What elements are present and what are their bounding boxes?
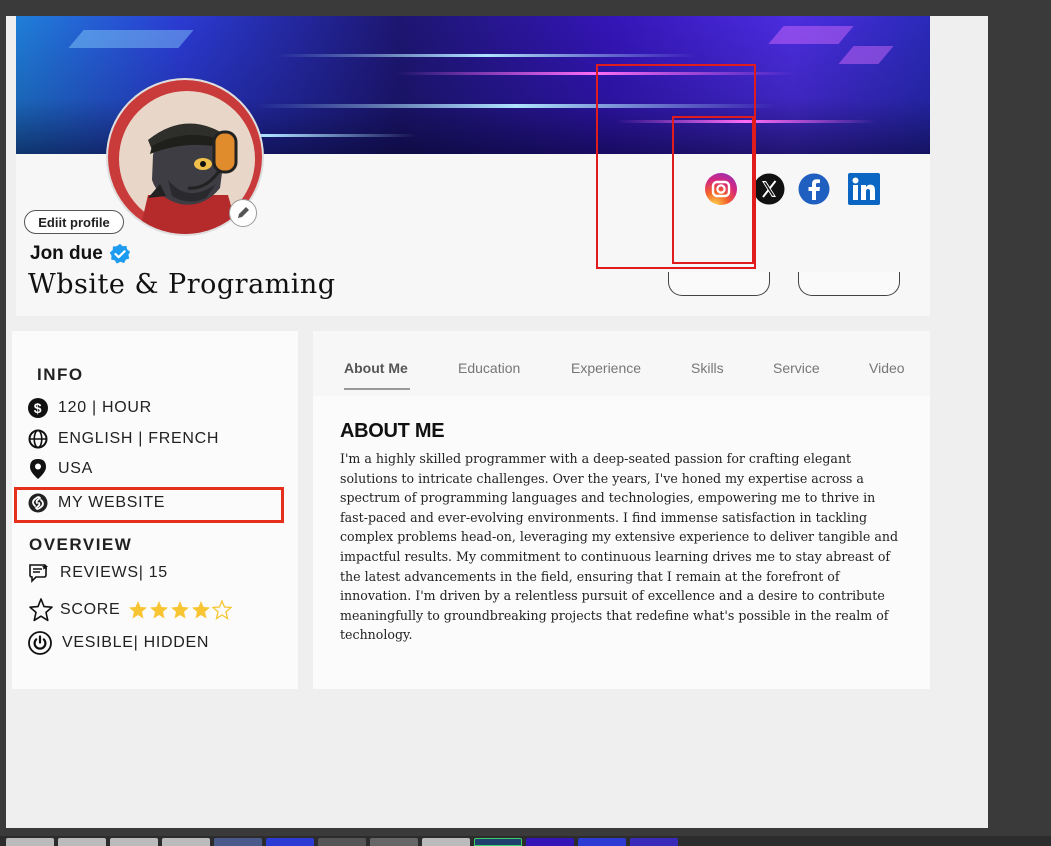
pencil-icon xyxy=(238,207,249,218)
score-star-outline-icon xyxy=(29,598,53,622)
user-title: Wbsite & Programing xyxy=(28,269,336,300)
overview-title: OVERVIEW xyxy=(29,535,133,554)
star-filled-icon xyxy=(129,601,148,619)
highlight-box-inner xyxy=(672,116,754,264)
task-thumbnail[interactable] xyxy=(110,838,158,846)
about-panel: About Me Education Experience Skills Ser… xyxy=(313,331,930,689)
action-button-2[interactable] xyxy=(798,272,900,296)
task-thumbnail[interactable] xyxy=(162,838,210,846)
tab-service[interactable]: Service xyxy=(773,360,820,376)
star-empty-icon xyxy=(212,600,233,620)
my-website-link[interactable]: MY WEBSITE xyxy=(28,493,165,513)
task-thumbnail[interactable] xyxy=(630,838,678,846)
info-title: INFO xyxy=(37,365,84,384)
overview-score: SCORE xyxy=(28,597,233,623)
star-filled-icon xyxy=(171,601,190,619)
about-text: I'm a highly skilled programmer with a d… xyxy=(340,451,899,643)
verified-badge-icon xyxy=(109,243,130,264)
x-link[interactable] xyxy=(751,171,787,207)
tab-video[interactable]: Video xyxy=(869,360,905,376)
visibility-text: VESIBLE| HIDDEN xyxy=(62,634,210,651)
task-thumbnail[interactable] xyxy=(58,838,106,846)
facebook-icon xyxy=(798,173,830,205)
tab-about-me[interactable]: About Me xyxy=(344,360,408,376)
reviews-icon xyxy=(29,564,48,583)
active-tab-indicator xyxy=(344,388,410,390)
about-title: ABOUT ME xyxy=(340,420,445,442)
location-text: USA xyxy=(58,460,93,477)
star-rating xyxy=(128,600,233,620)
user-name-row: Jon due xyxy=(30,243,131,265)
task-thumbnail[interactable] xyxy=(526,838,574,846)
task-thumbnail[interactable] xyxy=(266,838,314,846)
task-thumbnail[interactable] xyxy=(6,838,54,846)
svg-text:$: $ xyxy=(34,400,43,416)
rate-text: 120 | HOUR xyxy=(58,399,152,416)
location-pin-icon xyxy=(30,459,46,479)
linkedin-icon xyxy=(848,173,880,205)
profile-page: Ediit profile Jon due Wbsite & Programin… xyxy=(6,16,988,828)
task-thumbnail[interactable] xyxy=(578,838,626,846)
tab-experience[interactable]: Experience xyxy=(571,360,641,376)
task-thumbnail[interactable] xyxy=(214,838,262,846)
languages-text: ENGLISH | FRENCH xyxy=(58,430,220,447)
reviews-text: REVIEWS| 15 xyxy=(60,564,168,581)
overview-reviews: REVIEWS| 15 xyxy=(28,562,168,584)
facebook-link[interactable] xyxy=(796,171,832,207)
tab-education[interactable]: Education xyxy=(458,360,520,376)
tab-skills[interactable]: Skills xyxy=(691,360,724,376)
dollar-icon: $ xyxy=(28,398,48,418)
task-thumbnail[interactable] xyxy=(318,838,366,846)
edit-profile-button[interactable]: Ediit profile xyxy=(24,210,124,234)
tab-bar: About Me Education Experience Skills Ser… xyxy=(313,331,930,396)
info-languages: ENGLISH | FRENCH xyxy=(28,429,219,449)
score-label: SCORE xyxy=(60,601,121,618)
action-button-1[interactable] xyxy=(668,272,770,296)
power-icon xyxy=(28,631,52,655)
x-icon xyxy=(753,173,785,205)
overview-visibility: VESIBLE| HIDDEN xyxy=(28,631,209,655)
task-thumbnail[interactable] xyxy=(474,838,522,846)
edit-avatar-button[interactable] xyxy=(229,199,257,227)
star-filled-icon xyxy=(150,601,169,619)
star-filled-icon xyxy=(192,601,211,619)
task-thumbnail[interactable] xyxy=(422,838,470,846)
task-thumbnail[interactable] xyxy=(370,838,418,846)
website-text[interactable]: MY WEBSITE xyxy=(58,494,165,512)
user-name: Jon due xyxy=(30,243,103,264)
info-rate: $ 120 | HOUR xyxy=(28,398,152,418)
globe-icon xyxy=(28,429,48,449)
linkedin-link[interactable] xyxy=(846,171,882,207)
info-location: USA xyxy=(28,458,93,480)
website-link-icon xyxy=(28,493,48,513)
